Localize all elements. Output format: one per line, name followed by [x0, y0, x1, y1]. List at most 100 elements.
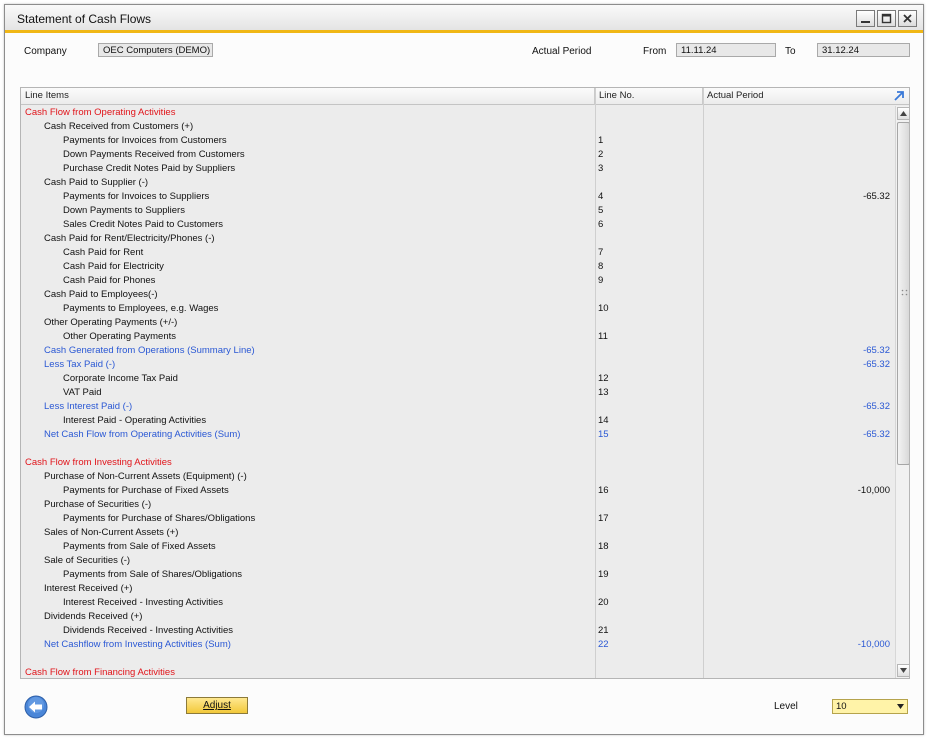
line-number: 3 — [598, 163, 604, 174]
table-row[interactable]: Sales of Non-Current Assets (+) — [21, 526, 894, 540]
line-number: 8 — [598, 261, 604, 272]
table-row[interactable]: Interest Paid - Operating Activities 14 — [21, 414, 894, 428]
level-value: 10 — [836, 701, 847, 712]
column-header-line-items[interactable]: Line Items — [21, 88, 595, 105]
cash-flow-window: Statement of Cash Flows Company OEC Comp… — [4, 4, 924, 735]
table-row[interactable]: Cash Paid for Rent/Electricity/Phones (-… — [21, 232, 894, 246]
scrollbar-thumb[interactable] — [897, 122, 909, 465]
line-item-label: Sale of Securities (-) — [44, 555, 131, 566]
line-number: 6 — [598, 219, 604, 230]
chevron-down-icon — [900, 668, 907, 673]
table-row[interactable]: Payments for Purchase of Shares/Obligati… — [21, 512, 894, 526]
table-row[interactable]: Purchase of Non-Current Assets (Equipmen… — [21, 470, 894, 484]
adjust-button[interactable]: Adjust — [186, 697, 248, 714]
to-date-field[interactable]: 31.12.24 — [817, 43, 910, 57]
line-number: 5 — [598, 205, 604, 216]
table-row[interactable]: Payments to Employees, e.g. Wages 10 — [21, 302, 894, 316]
table-row[interactable]: Interest Received - Investing Activities… — [21, 596, 894, 610]
to-label: To — [785, 46, 796, 57]
table-row[interactable]: Net Cashflow from Investing Activities (… — [21, 638, 894, 652]
title-bar[interactable]: Statement of Cash Flows — [5, 5, 923, 33]
table-row[interactable]: Payments from Sale of Shares/Obligations… — [21, 568, 894, 582]
table-row[interactable]: Cash Paid for Phones 9 — [21, 274, 894, 288]
line-item-label: Purchase of Securities (-) — [44, 499, 152, 510]
line-item-label: Payments for Invoices to Suppliers — [63, 191, 210, 202]
line-item-label: Net Cashflow from Investing Activities (… — [44, 639, 231, 650]
column-header-actual-period[interactable]: Actual Period — [703, 88, 895, 105]
table-row[interactable]: Cash Flow from Investing Activities — [21, 456, 894, 470]
table-row[interactable]: Payments for Invoices to Suppliers 4 -65.3… — [21, 190, 894, 204]
line-item-label: Cash Received from Customers (+) — [44, 121, 194, 132]
table-row[interactable]: Cash Flow from Operating Activities — [21, 106, 894, 120]
line-item-label: Dividends Received - Investing Activitie… — [63, 625, 234, 636]
table-row[interactable]: Other Operating Payments 11 — [21, 330, 894, 344]
line-number: 19 — [598, 569, 609, 580]
company-label: Company — [24, 46, 67, 57]
line-item-label: Down Payments to Suppliers — [63, 205, 185, 216]
table-row[interactable]: Cash Paid to Employees(-) — [21, 288, 894, 302]
from-date-field[interactable]: 11.11.24 — [676, 43, 776, 57]
table-row[interactable]: Down Payments Received from Customers 2 — [21, 148, 894, 162]
table-row[interactable]: Less Interest Paid (-) -65.32 — [21, 400, 894, 414]
back-button[interactable] — [23, 695, 49, 719]
table-row[interactable]: Cash Generated from Operations (Summary … — [21, 344, 894, 358]
table-row[interactable]: Purchase of Securities (-) — [21, 498, 894, 512]
close-button[interactable] — [898, 10, 917, 27]
line-item-label: Cash Paid for Phones — [63, 275, 156, 286]
table-row[interactable]: Dividends Received - Investing Activitie… — [21, 624, 894, 638]
table-row[interactable]: Payments from Sale of Fixed Assets 18 — [21, 540, 894, 554]
vertical-scrollbar[interactable] — [895, 106, 909, 678]
table-row[interactable]: Other Operating Payments (+/-) — [21, 316, 894, 330]
table-row[interactable]: Corporate Income Tax Paid 12 — [21, 372, 894, 386]
line-number: 7 — [598, 247, 604, 258]
actual-period-value: -10,000 — [857, 485, 890, 496]
minimize-icon — [861, 21, 870, 23]
table-row[interactable]: Cash Flow from Financing Activities — [21, 666, 894, 678]
table-row[interactable]: Sales Credit Notes Paid to Customers 6 — [21, 218, 894, 232]
table-row[interactable]: Interest Received (+) — [21, 582, 894, 596]
line-item-label: Payments for Purchase of Shares/Obligati… — [63, 513, 256, 524]
table-row[interactable]: Cash Paid for Rent 7 — [21, 246, 894, 260]
line-number: 9 — [598, 275, 604, 286]
line-item-label: Sales of Non-Current Assets (+) — [44, 527, 179, 538]
chevron-up-icon — [900, 111, 907, 116]
line-number: 14 — [598, 415, 609, 426]
line-item-label: Interest Paid - Operating Activities — [63, 415, 207, 426]
line-item-label: Interest Received (+) — [44, 583, 133, 594]
line-number: 12 — [598, 373, 609, 384]
line-item-label: Cash Flow from Operating Activities — [25, 107, 176, 118]
table-row[interactable]: Purchase Credit Notes Paid by Suppliers 3 — [21, 162, 894, 176]
table-row[interactable]: Sale of Securities (-) — [21, 554, 894, 568]
scroll-down-button[interactable] — [897, 664, 909, 677]
chevron-down-icon — [897, 704, 904, 709]
maximize-button[interactable] — [877, 10, 896, 27]
table-row[interactable]: Down Payments to Suppliers 5 — [21, 204, 894, 218]
table-row[interactable]: Payments for Purchase of Fixed Assets 16 -… — [21, 484, 894, 498]
minimize-button[interactable] — [856, 10, 875, 27]
actual-period-value: -65.32 — [863, 429, 890, 440]
line-number: 4 — [598, 191, 604, 202]
table-row[interactable]: Net Cash Flow from Operating Activities … — [21, 428, 894, 442]
line-item-label: Purchase of Non-Current Assets (Equipmen… — [44, 471, 247, 482]
line-item-label: Cash Paid to Supplier (-) — [44, 177, 149, 188]
line-item-label: VAT Paid — [63, 387, 102, 398]
table-row[interactable]: Cash Paid for Electricity 8 — [21, 260, 894, 274]
table-row[interactable]: VAT Paid 13 — [21, 386, 894, 400]
scroll-up-button[interactable] — [897, 107, 909, 120]
company-field[interactable]: OEC Computers (DEMO) — [98, 43, 213, 57]
actual-period-value: -65.32 — [863, 359, 890, 370]
line-item-label: Interest Received - Investing Activities — [63, 597, 223, 608]
table-row[interactable]: Dividends Received (+) — [21, 610, 894, 624]
expand-arrow-icon[interactable] — [892, 89, 906, 103]
table-row[interactable]: Less Tax Paid (-) -65.32 — [21, 358, 894, 372]
actual-period-label: Actual Period — [532, 46, 592, 57]
table-row[interactable] — [21, 652, 894, 666]
column-header-line-no[interactable]: Line No. — [595, 88, 703, 105]
table-row[interactable]: Cash Received from Customers (+) — [21, 120, 894, 134]
table-row[interactable]: Payments for Invoices from Customers 1 — [21, 134, 894, 148]
level-select[interactable]: 10 — [832, 699, 908, 714]
table-row[interactable] — [21, 442, 894, 456]
table-row[interactable]: Cash Paid to Supplier (-) — [21, 176, 894, 190]
from-label: From — [643, 46, 667, 57]
line-item-label: Cash Paid for Rent — [63, 247, 144, 258]
